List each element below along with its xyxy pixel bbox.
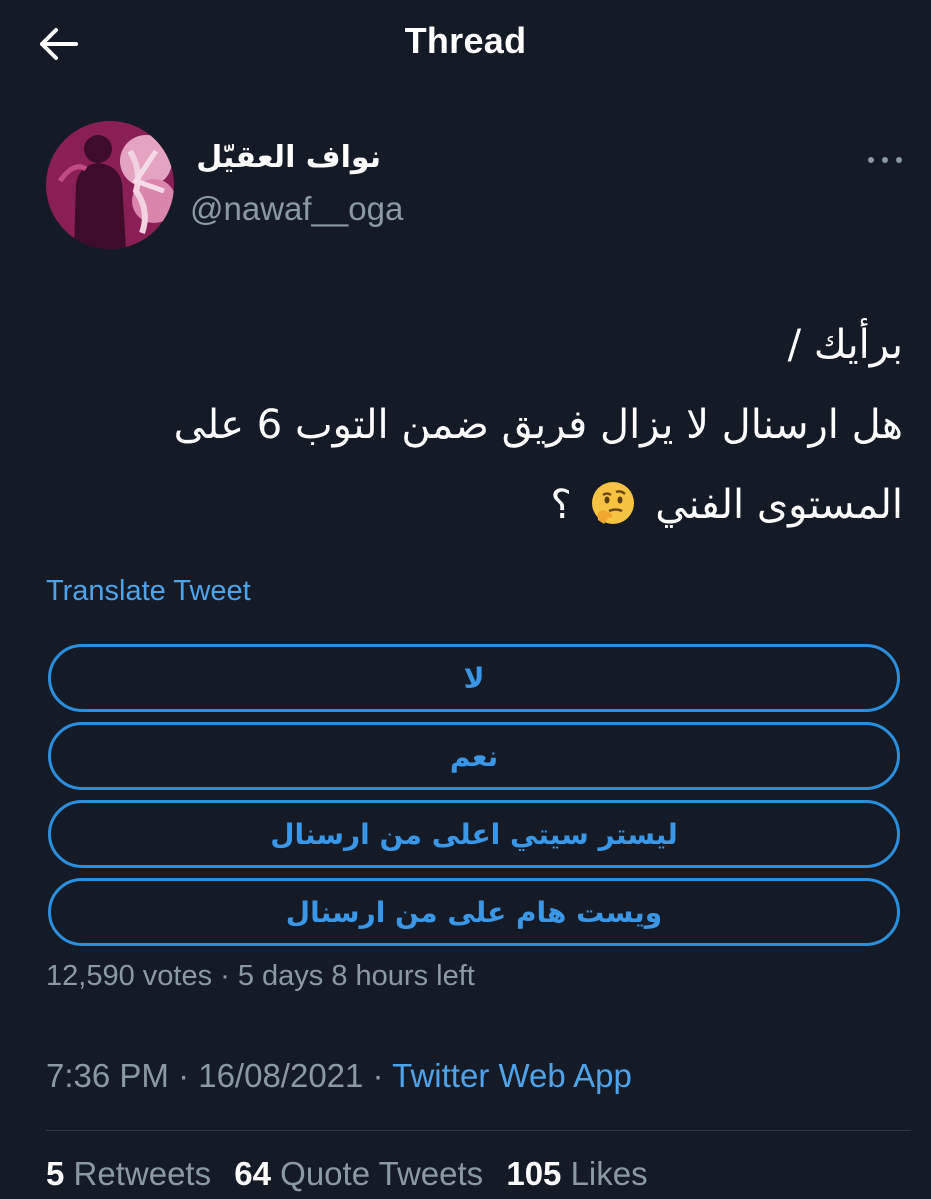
quote-tweets-label: Quote Tweets bbox=[280, 1155, 484, 1192]
retweets-stat[interactable]: 5 Retweets bbox=[46, 1155, 211, 1192]
tweet-source-link[interactable]: Twitter Web App bbox=[392, 1057, 632, 1094]
retweets-label: Retweets bbox=[73, 1155, 212, 1192]
poll-option[interactable]: ويست هام على من ارسنال bbox=[48, 878, 900, 946]
tweet-text-line: هل ارسنال لا يزال فريق ضمن التوب 6 على bbox=[173, 402, 903, 448]
tweet-timestamp: 7:36 PM · 16/08/2021 · Twitter Web App bbox=[46, 1057, 632, 1095]
top-bar: Thread bbox=[0, 0, 931, 86]
quote-tweets-stat[interactable]: 64 Quote Tweets bbox=[234, 1155, 483, 1192]
avatar-image bbox=[46, 121, 174, 249]
retweets-count: 5 bbox=[46, 1155, 65, 1192]
translate-tweet-link[interactable]: Translate Tweet bbox=[46, 575, 251, 608]
tweet-text-segment: المستوى الفني bbox=[655, 482, 903, 528]
divider bbox=[46, 1130, 911, 1131]
display-name[interactable]: نواف العقيّل bbox=[196, 140, 381, 175]
thinking-face-icon bbox=[592, 482, 635, 524]
poll-option[interactable]: ليستر سيتي اعلى من ارسنال bbox=[48, 800, 900, 868]
tweet-text-line: المستوى الفني ؟ bbox=[23, 465, 903, 545]
likes-label: Likes bbox=[570, 1155, 648, 1192]
more-horizontal-icon bbox=[868, 157, 902, 163]
poll-meta: 12,590 votes · 5 days 8 hours left bbox=[46, 960, 475, 992]
likes-count: 105 bbox=[506, 1155, 562, 1192]
more-options-button[interactable] bbox=[860, 148, 910, 172]
page-title: Thread bbox=[404, 20, 527, 61]
tweet-text-line: برأيك / bbox=[787, 322, 903, 368]
avatar[interactable] bbox=[46, 121, 174, 249]
tweet-text: برأيك / هل ارسنال لا يزال فريق ضمن التوب… bbox=[23, 305, 903, 545]
user-handle[interactable]: @nawaf__oga bbox=[190, 190, 403, 228]
quote-tweets-count: 64 bbox=[234, 1155, 271, 1192]
poll-option[interactable]: لا bbox=[48, 644, 900, 712]
poll-option[interactable]: نعم bbox=[48, 722, 900, 790]
tweet-time[interactable]: 7:36 PM · 16/08/2021 · bbox=[46, 1057, 392, 1094]
tweet-stats: 5 Retweets 64 Quote Tweets 105 Likes bbox=[46, 1155, 662, 1193]
likes-stat[interactable]: 105 Likes bbox=[506, 1155, 647, 1192]
tweet-text-segment: ؟ bbox=[550, 482, 572, 528]
